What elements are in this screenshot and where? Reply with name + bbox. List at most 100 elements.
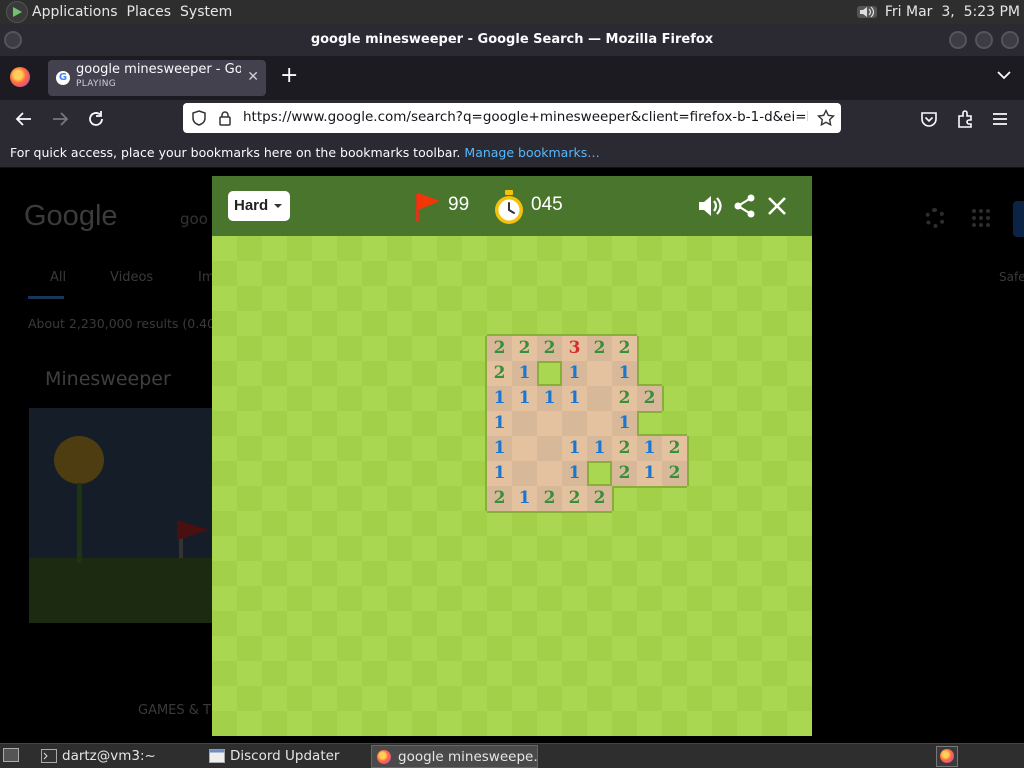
covered-cell[interactable] (762, 236, 787, 261)
covered-cell[interactable] (462, 286, 487, 311)
covered-cell[interactable] (687, 711, 712, 736)
covered-cell[interactable] (787, 311, 812, 336)
covered-cell[interactable] (312, 286, 337, 311)
covered-cell[interactable] (412, 486, 437, 511)
covered-cell[interactable] (437, 261, 462, 286)
covered-cell[interactable] (387, 511, 412, 536)
covered-cell[interactable] (312, 586, 337, 611)
covered-cell[interactable] (212, 711, 237, 736)
covered-cell[interactable] (287, 361, 312, 386)
covered-cell[interactable] (787, 411, 812, 436)
covered-cell[interactable] (612, 711, 637, 736)
workspace-switcher[interactable] (936, 746, 958, 767)
covered-cell[interactable] (312, 636, 337, 661)
covered-cell[interactable] (437, 386, 462, 411)
covered-cell[interactable] (237, 711, 262, 736)
covered-cell[interactable] (287, 711, 312, 736)
covered-cell[interactable] (737, 361, 762, 386)
covered-cell[interactable] (387, 261, 412, 286)
covered-cell[interactable] (237, 261, 262, 286)
covered-cell[interactable] (237, 511, 262, 536)
covered-cell[interactable] (487, 636, 512, 661)
covered-cell[interactable] (762, 411, 787, 436)
covered-cell[interactable] (362, 461, 387, 486)
covered-cell[interactable] (687, 436, 712, 461)
covered-cell[interactable] (537, 636, 562, 661)
covered-cell[interactable] (462, 636, 487, 661)
revealed-cell[interactable]: 1 (612, 411, 637, 436)
revealed-cell[interactable]: 2 (612, 386, 637, 411)
covered-cell[interactable] (437, 636, 462, 661)
covered-cell[interactable] (437, 336, 462, 361)
sign-in-button[interactable] (1013, 201, 1024, 237)
covered-cell[interactable] (262, 461, 287, 486)
covered-cell[interactable] (737, 486, 762, 511)
revealed-cell[interactable]: 2 (537, 336, 562, 361)
covered-cell[interactable] (612, 636, 637, 661)
covered-cell[interactable] (687, 236, 712, 261)
covered-cell[interactable] (212, 536, 237, 561)
covered-cell[interactable] (587, 686, 612, 711)
applications-menu[interactable]: Applications (32, 0, 127, 24)
covered-cell[interactable] (337, 711, 362, 736)
forward-arrow-icon[interactable] (49, 108, 71, 130)
covered-cell[interactable] (212, 386, 237, 411)
reload-icon[interactable] (85, 108, 107, 130)
covered-cell[interactable] (737, 511, 762, 536)
maximize-icon[interactable] (975, 31, 993, 49)
revealed-cell[interactable]: 1 (587, 436, 612, 461)
revealed-cell[interactable] (512, 461, 537, 486)
covered-cell[interactable] (787, 261, 812, 286)
covered-cell[interactable] (487, 586, 512, 611)
covered-cell[interactable] (662, 486, 687, 511)
covered-cell[interactable] (712, 486, 737, 511)
search-input[interactable]: goo (180, 210, 208, 228)
covered-cell[interactable] (487, 561, 512, 586)
covered-cell[interactable] (362, 236, 387, 261)
covered-cell[interactable] (262, 336, 287, 361)
revealed-cell[interactable]: 2 (587, 486, 612, 511)
window-titlebar[interactable]: google minesweeper - Google Search — Moz… (0, 24, 1024, 56)
covered-cell[interactable] (512, 261, 537, 286)
covered-cell[interactable] (287, 661, 312, 686)
covered-cell[interactable] (312, 436, 337, 461)
covered-cell[interactable] (312, 261, 337, 286)
covered-cell[interactable] (787, 636, 812, 661)
covered-cell[interactable] (737, 261, 762, 286)
covered-cell[interactable] (762, 311, 787, 336)
covered-cell[interactable] (462, 336, 487, 361)
covered-cell[interactable] (662, 611, 687, 636)
covered-cell[interactable] (762, 611, 787, 636)
covered-cell[interactable] (787, 661, 812, 686)
covered-cell[interactable] (612, 511, 637, 536)
covered-cell[interactable] (762, 436, 787, 461)
covered-cell[interactable] (787, 436, 812, 461)
revealed-cell[interactable]: 1 (562, 386, 587, 411)
covered-cell[interactable] (337, 361, 362, 386)
covered-cell[interactable] (637, 261, 662, 286)
covered-cell[interactable] (387, 236, 412, 261)
covered-cell[interactable] (587, 636, 612, 661)
covered-cell[interactable] (362, 611, 387, 636)
covered-cell[interactable] (637, 486, 662, 511)
covered-cell[interactable] (212, 261, 237, 286)
covered-cell[interactable] (212, 286, 237, 311)
covered-cell[interactable] (512, 286, 537, 311)
covered-cell[interactable] (787, 511, 812, 536)
tab-all[interactable]: All (50, 270, 66, 285)
covered-cell[interactable] (262, 661, 287, 686)
revealed-cell[interactable]: 3 (562, 336, 587, 361)
covered-cell[interactable] (762, 661, 787, 686)
covered-cell[interactable] (637, 686, 662, 711)
covered-cell[interactable] (762, 511, 787, 536)
covered-cell[interactable] (787, 461, 812, 486)
covered-cell[interactable] (287, 261, 312, 286)
covered-cell[interactable] (437, 686, 462, 711)
covered-cell[interactable] (237, 561, 262, 586)
revealed-cell[interactable] (537, 411, 562, 436)
covered-cell[interactable] (587, 236, 612, 261)
url-text[interactable]: https://www.google.com/search?q=google+m… (243, 109, 808, 125)
covered-cell[interactable] (362, 711, 387, 736)
covered-cell[interactable] (687, 561, 712, 586)
covered-cell[interactable] (387, 386, 412, 411)
